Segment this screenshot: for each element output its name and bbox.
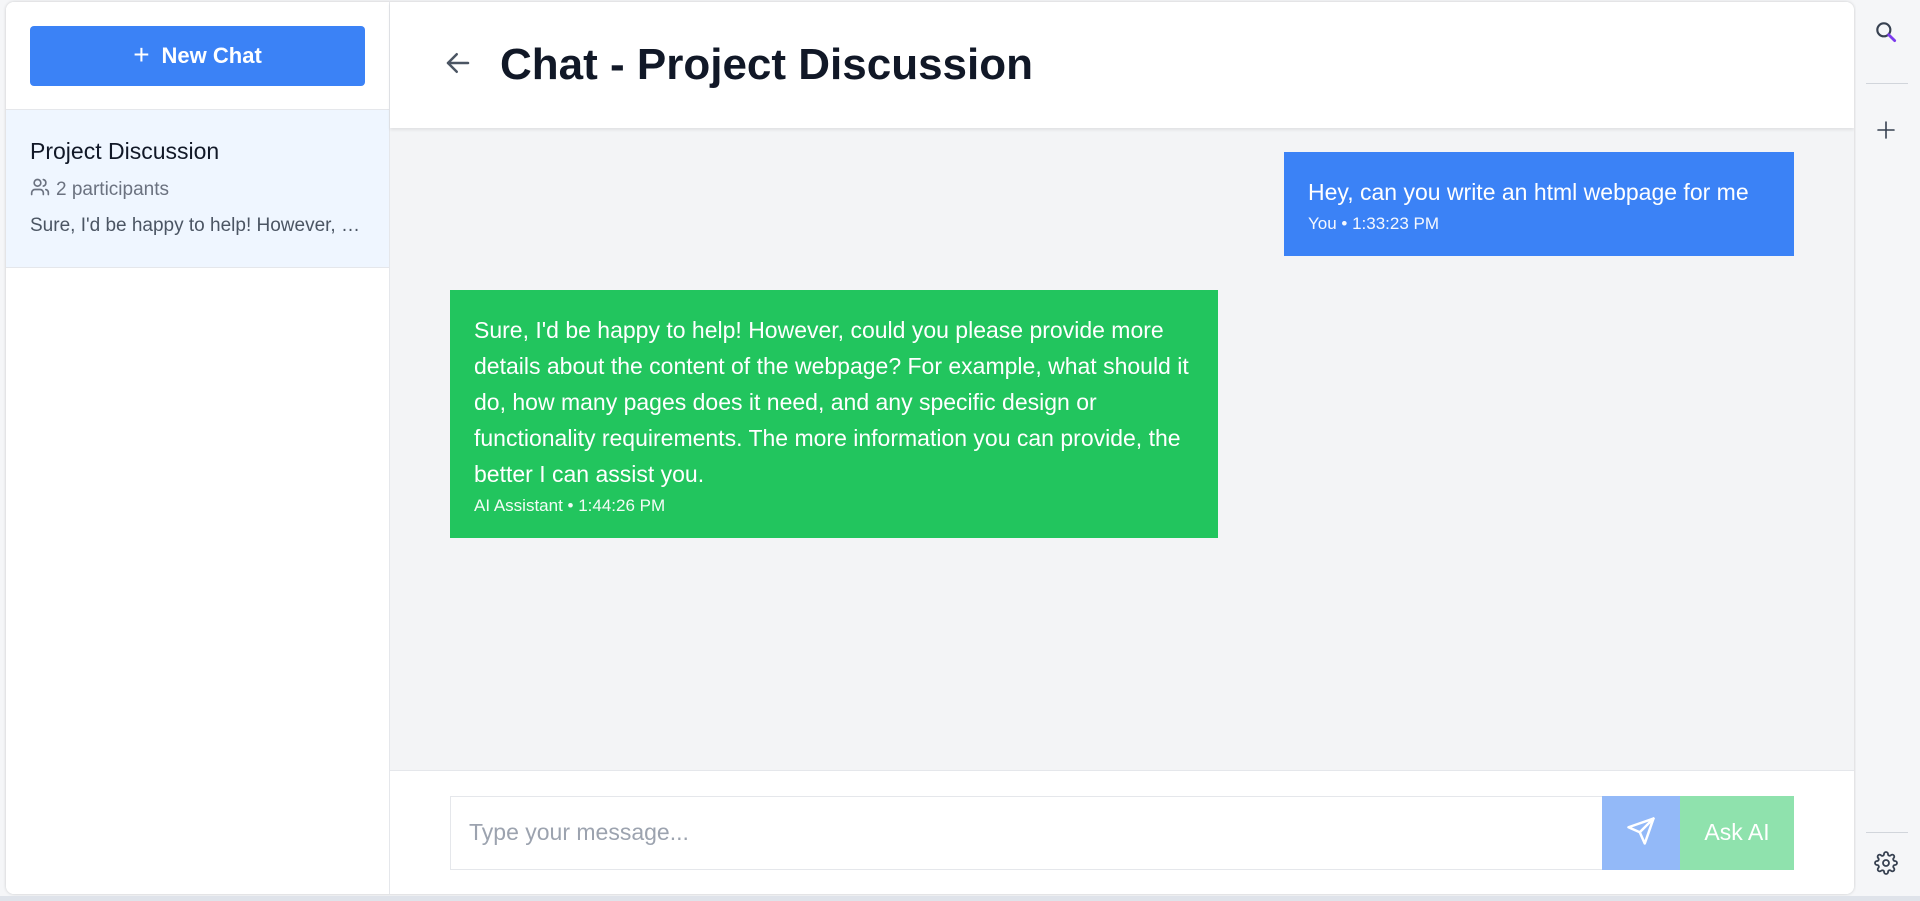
message-bubble-user: Hey, can you write an html webpage for m… [1284,152,1794,256]
conversation-participants: 2 participants [30,177,365,203]
new-chat-button[interactable]: + New Chat [30,26,365,86]
chat-header: Chat - Project Discussion [390,2,1854,128]
rail-search-button[interactable] [1864,12,1908,56]
sidebar: + New Chat Project Discussion 2 particip… [6,2,390,894]
message-list: Hey, can you write an html webpage for m… [390,128,1854,770]
gear-icon [1874,850,1898,880]
send-button[interactable] [1602,795,1680,870]
search-icon [1873,19,1899,50]
plus-icon [1874,118,1898,147]
conversation-preview: Sure, I'd be happy to help! However, cou… [30,215,365,236]
users-icon [30,177,50,203]
conversation-item-project-discussion[interactable]: Project Discussion 2 participants Sure, … [6,110,389,268]
ask-ai-button[interactable]: Ask AI [1680,795,1794,870]
chat-main: Chat - Project Discussion Hey, can you w… [390,2,1854,894]
participants-count: 2 participants [56,179,170,200]
rail-settings-button[interactable] [1864,843,1908,887]
rail-divider [1866,83,1908,84]
message-bubble-ai: Sure, I'd be happy to help! However, cou… [450,290,1218,538]
sidebar-header: + New Chat [6,2,389,110]
rail-divider [1866,832,1908,833]
message-meta: AI Assistant • 1:44:26 PM [474,496,666,515]
message-text: Hey, can you write an html webpage for m… [1308,179,1749,205]
plus-icon: + [133,38,150,70]
right-rail [1856,0,1920,901]
message-text: Sure, I'd be happy to help! However, cou… [474,317,1189,487]
rail-add-button[interactable] [1864,110,1908,154]
message-meta: You • 1:33:23 PM [1308,214,1440,233]
window-bottom-edge [0,896,1920,901]
arrow-left-icon [443,48,473,83]
page-title: Chat - Project Discussion [500,40,1034,89]
conversation-title: Project Discussion [30,138,220,164]
message-input[interactable] [450,795,1602,870]
composer-row: Ask AI [450,795,1794,870]
new-chat-label: New Chat [161,43,262,68]
message-composer: Ask AI [390,770,1854,894]
send-icon [1626,816,1656,849]
back-button[interactable] [442,49,474,81]
chat-app-window: + New Chat Project Discussion 2 particip… [6,2,1854,894]
